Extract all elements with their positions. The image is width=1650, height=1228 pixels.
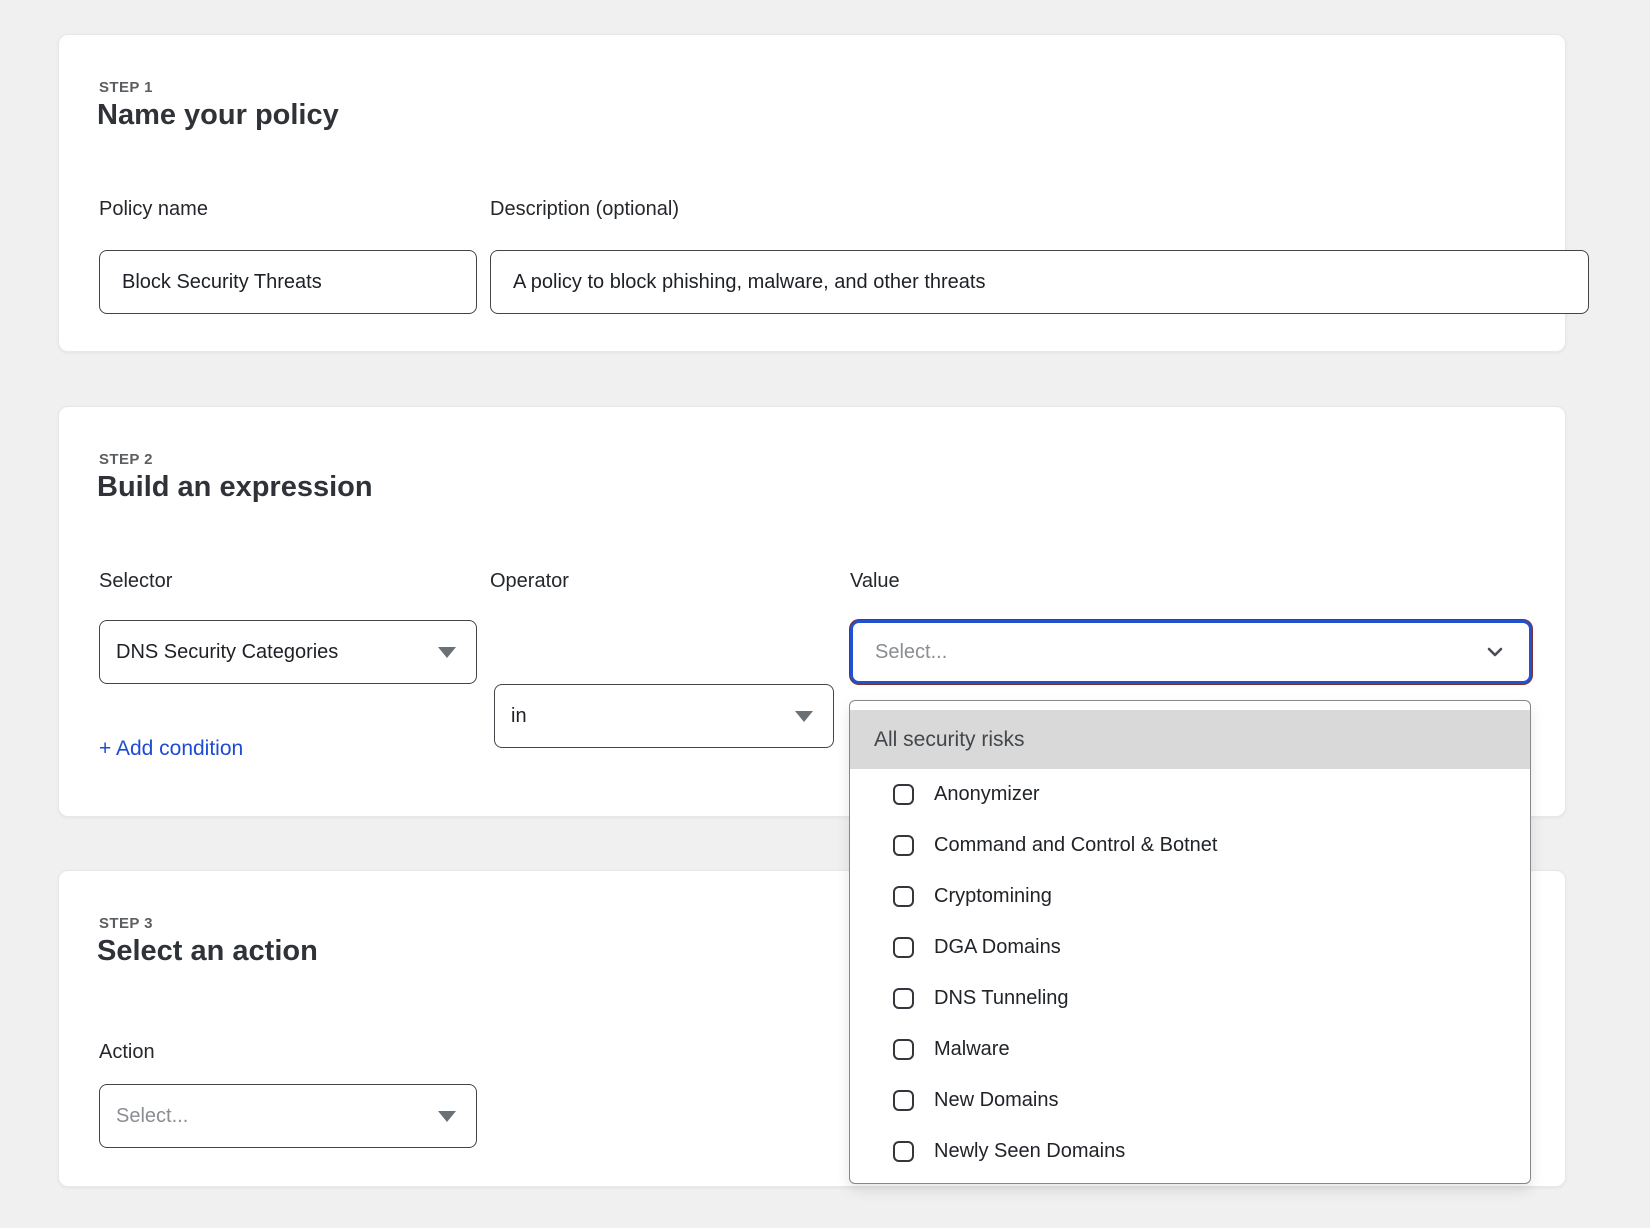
value-dropdown: All security risks Anonymizer Command an… — [849, 700, 1531, 1184]
step3-title: Select an action — [97, 935, 318, 968]
value-placeholder: Select... — [875, 641, 947, 664]
checkbox[interactable] — [893, 1090, 914, 1111]
policy-name-value: Block Security Threats — [122, 271, 322, 294]
selector-select[interactable]: DNS Security Categories — [99, 620, 477, 684]
selector-label: Selector — [99, 570, 172, 593]
description-input[interactable]: A policy to block phishing, malware, and… — [490, 250, 1589, 314]
risk-label: Anonymizer — [934, 783, 1040, 806]
caret-down-icon — [438, 1111, 456, 1122]
selector-value: DNS Security Categories — [116, 641, 338, 664]
checkbox[interactable] — [893, 1039, 914, 1060]
risk-label: Newly Seen Domains — [934, 1140, 1125, 1163]
risk-label: DNS Tunneling — [934, 987, 1069, 1010]
value-label: Value — [850, 570, 900, 593]
checkbox[interactable] — [893, 1141, 914, 1162]
checkbox[interactable] — [893, 937, 914, 958]
risk-label: DGA Domains — [934, 936, 1061, 959]
dropdown-group-header: All security risks — [850, 710, 1530, 769]
step1-card: STEP 1 Name your policy Policy name Bloc… — [58, 34, 1566, 352]
dropdown-item[interactable]: Anonymizer — [850, 769, 1530, 820]
checkbox[interactable] — [893, 988, 914, 1009]
risk-label: Cryptomining — [934, 885, 1052, 908]
dropdown-item[interactable]: DGA Domains — [850, 922, 1530, 973]
risk-label: Malware — [934, 1038, 1010, 1061]
checkbox[interactable] — [893, 784, 914, 805]
policy-name-input[interactable]: Block Security Threats — [99, 250, 477, 314]
action-placeholder: Select... — [116, 1105, 188, 1128]
risk-label: New Domains — [934, 1089, 1058, 1112]
dropdown-item[interactable]: Command and Control & Botnet — [850, 820, 1530, 871]
action-select[interactable]: Select... — [99, 1084, 477, 1148]
action-label: Action — [99, 1041, 155, 1064]
dropdown-item[interactable]: New Domains — [850, 1075, 1530, 1126]
caret-down-icon — [438, 647, 456, 658]
checkbox[interactable] — [893, 835, 914, 856]
operator-label: Operator — [490, 570, 569, 593]
add-condition-link[interactable]: + Add condition — [99, 737, 243, 761]
step1-label: STEP 1 — [99, 79, 153, 96]
dropdown-item[interactable]: Malware — [850, 1024, 1530, 1075]
operator-value: in — [511, 705, 527, 728]
policy-builder-page: STEP 1 Name your policy Policy name Bloc… — [0, 0, 1650, 1228]
description-label: Description (optional) — [490, 198, 679, 221]
caret-down-icon — [795, 711, 813, 722]
operator-select[interactable]: in — [494, 684, 834, 748]
dropdown-item[interactable]: Newly Seen Domains — [850, 1126, 1530, 1177]
risk-list: Anonymizer Command and Control & Botnet … — [850, 769, 1530, 1177]
policy-name-label: Policy name — [99, 198, 477, 221]
step3-label: STEP 3 — [99, 915, 153, 932]
value-select[interactable]: Select... — [850, 620, 1532, 684]
step2-title: Build an expression — [97, 471, 373, 504]
chevron-down-icon — [1483, 640, 1507, 664]
description-value: A policy to block phishing, malware, and… — [513, 271, 985, 294]
step1-title: Name your policy — [97, 99, 339, 132]
risk-label: Command and Control & Botnet — [934, 834, 1218, 857]
step2-label: STEP 2 — [99, 451, 153, 468]
dropdown-item[interactable]: Cryptomining — [850, 871, 1530, 922]
dropdown-item[interactable]: DNS Tunneling — [850, 973, 1530, 1024]
checkbox[interactable] — [893, 886, 914, 907]
